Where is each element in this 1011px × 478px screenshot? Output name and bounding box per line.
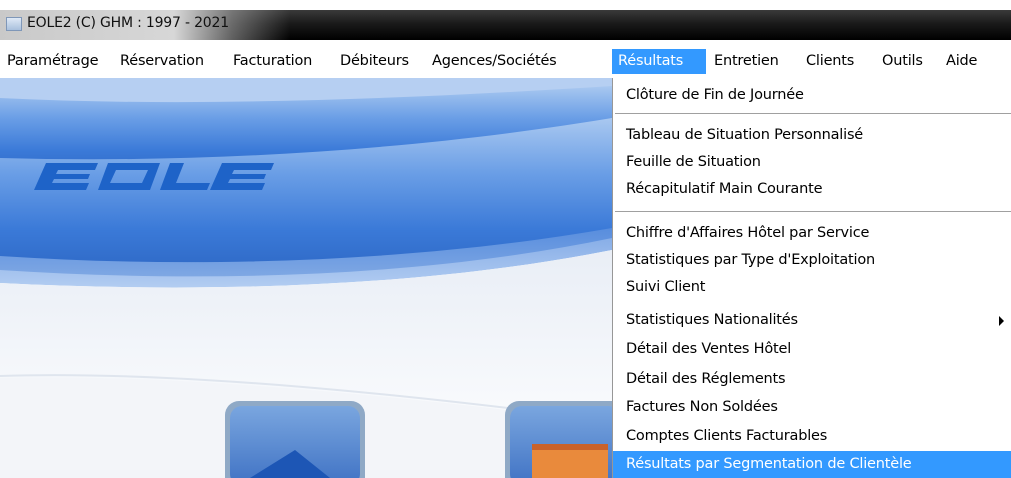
menu-item-suivi-client[interactable]: Suivi Client	[613, 274, 1011, 301]
menu-item-detail-reglements[interactable]: Détail des Réglements	[613, 366, 1011, 393]
app-window-icon	[6, 17, 22, 31]
menu-item-chiffre-affaires[interactable]: Chiffre d'Affaires Hôtel par Service	[613, 220, 1011, 247]
menu-item-resultats-segmentation[interactable]: Résultats par Segmentation de Clientèle	[613, 451, 1011, 478]
submenu-arrow-icon	[999, 316, 1004, 326]
menu-item-detail-ventes-hotel[interactable]: Détail des Ventes Hôtel	[613, 336, 1011, 363]
window-title: EOLE2 (C) GHM : 1997 - 2021	[27, 15, 229, 31]
tile-right	[505, 401, 612, 478]
menu-separator	[615, 113, 1011, 114]
menu-item-comptes-clients-facturables[interactable]: Comptes Clients Facturables	[613, 423, 1011, 450]
menu-outils[interactable]: Outils	[876, 49, 929, 73]
menu-reservation[interactable]: Réservation	[114, 49, 210, 73]
menu-item-feuille-situation[interactable]: Feuille de Situation	[613, 149, 1011, 176]
menu-item-label: Statistiques Nationalités	[626, 312, 798, 328]
menu-agences-societes[interactable]: Agences/Sociétés	[426, 49, 563, 73]
menu-debiteurs[interactable]: Débiteurs	[334, 49, 415, 73]
menu-aide[interactable]: Aide	[940, 49, 983, 73]
menu-item-statistiques-nationalites[interactable]: Statistiques Nationalités	[613, 307, 1011, 334]
menu-item-recapitulatif-main-courante[interactable]: Récapitulatif Main Courante	[613, 176, 1011, 203]
menu-resultats[interactable]: Résultats	[612, 49, 706, 74]
title-bar: EOLE2 (C) GHM : 1997 - 2021	[0, 0, 1011, 40]
menu-bar: Paramétrage Réservation Facturation Débi…	[0, 40, 1011, 78]
menu-entretien[interactable]: Entretien	[708, 49, 785, 73]
menu-facturation[interactable]: Facturation	[227, 49, 318, 73]
background-art	[0, 78, 612, 478]
menu-item-factures-non-soldees[interactable]: Factures Non Soldées	[613, 394, 1011, 421]
menu-item-statistiques-type-exploitation[interactable]: Statistiques par Type d'Exploitation	[613, 247, 1011, 274]
menu-item-cloture-fin-journee[interactable]: Clôture de Fin de Journée	[613, 82, 1011, 109]
tile-left	[225, 401, 365, 478]
desktop-background	[0, 78, 612, 478]
menu-parametrage[interactable]: Paramétrage	[1, 49, 104, 73]
menu-separator	[615, 211, 1011, 212]
resultats-dropdown-menu: Clôture de Fin de Journée Tableau de Sit…	[612, 78, 1011, 478]
menu-clients[interactable]: Clients	[800, 49, 860, 73]
menu-item-tableau-situation[interactable]: Tableau de Situation Personnalisé	[613, 122, 1011, 149]
